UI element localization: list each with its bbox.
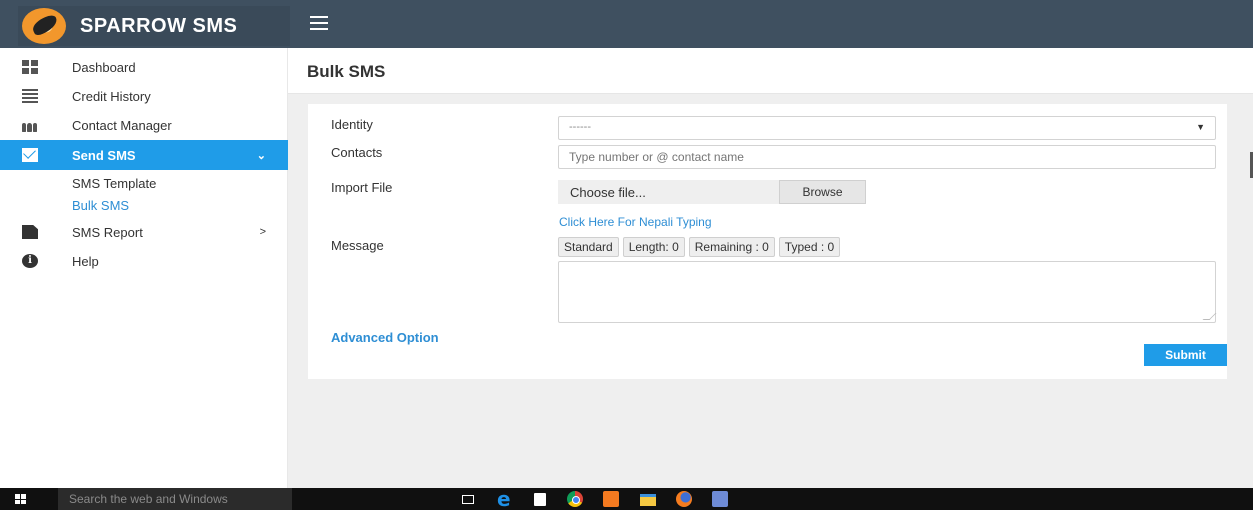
info-icon: i (22, 254, 38, 268)
sidebar-item-label: Dashboard (72, 59, 136, 75)
brand[interactable]: SPARROW SMS (18, 6, 290, 46)
sidebar-item-send-sms[interactable]: Send SMS ⌄ (0, 140, 288, 170)
identity-select-value: ------ (569, 121, 591, 133)
sidebar-item-contact-manager[interactable]: Contact Manager (0, 111, 288, 139)
users-icon (22, 118, 38, 132)
chevron-down-icon: ⌄ (256, 149, 266, 162)
edge-icon[interactable]: e (497, 489, 513, 509)
contacts-label: Contacts (331, 145, 383, 160)
nepali-typing-link[interactable]: Click Here For Nepali Typing (559, 215, 712, 229)
bulk-sms-form: Identity ------ ▼ Contacts Import File C… (308, 104, 1227, 379)
dropdown-arrow-icon: ▼ (1196, 122, 1205, 132)
windows-start-icon[interactable] (15, 494, 27, 504)
message-textarea[interactable] (558, 261, 1216, 323)
import-file-label: Import File (331, 180, 393, 195)
sidebar-subitem-sms-template[interactable]: SMS Template (72, 176, 156, 191)
file-chooser[interactable]: Choose file... (558, 180, 779, 204)
task-view-icon[interactable] (462, 495, 474, 504)
firefox-icon[interactable] (676, 491, 692, 507)
sidebar-item-label: Help (72, 253, 99, 269)
submit-button[interactable]: Submit (1144, 344, 1227, 366)
chevron-right-icon: > (259, 226, 266, 238)
typed-badge: Typed : 0 (778, 237, 841, 257)
envelope-icon (22, 148, 38, 162)
sidebar-item-sms-report[interactable]: SMS Report > (0, 218, 288, 246)
sidebar-item-label: Send SMS (72, 147, 136, 163)
identity-select[interactable]: ------ ▼ (558, 116, 1216, 140)
windows-taskbar: Search the web and Windows e (0, 488, 1253, 510)
message-label: Message (331, 238, 384, 253)
sidebar-item-credit-history[interactable]: Credit History (0, 82, 288, 110)
page-header: Bulk SMS (288, 48, 1253, 94)
dashboard-icon (22, 60, 38, 74)
browse-button[interactable]: Browse (779, 180, 866, 204)
sidebar-item-label: Contact Manager (72, 117, 172, 133)
sidebar-item-label: Credit History (72, 88, 151, 104)
xampp-icon[interactable] (603, 491, 619, 507)
taskbar-search[interactable]: Search the web and Windows (58, 488, 292, 510)
brand-name: SPARROW SMS (80, 14, 238, 37)
sidebar-subitem-bulk-sms[interactable]: Bulk SMS (72, 198, 129, 213)
powerpoint-icon[interactable] (712, 491, 728, 507)
list-icon (22, 89, 38, 103)
sparrow-logo-icon (22, 8, 66, 44)
store-icon[interactable] (534, 493, 546, 506)
contacts-input[interactable] (558, 145, 1216, 169)
chrome-icon[interactable] (567, 491, 583, 507)
file-explorer-icon[interactable] (640, 494, 656, 506)
remaining-badge: Remaining : 0 (688, 237, 775, 257)
identity-label: Identity (331, 117, 373, 132)
sidebar: Dashboard Credit History Contact Manager… (0, 48, 288, 488)
sidebar-item-help[interactable]: i Help (0, 247, 288, 275)
advanced-option-link[interactable]: Advanced Option (331, 330, 439, 345)
sidebar-item-label: SMS Report (72, 224, 143, 240)
top-bar: SPARROW SMS (0, 0, 1253, 48)
menu-toggle-icon[interactable] (310, 16, 328, 30)
encoding-badge: Standard (558, 237, 619, 257)
file-icon (22, 225, 38, 239)
page-title: Bulk SMS (307, 62, 386, 81)
main-content: Bulk SMS Identity ------ ▼ Contacts Impo… (288, 48, 1253, 488)
sidebar-item-dashboard[interactable]: Dashboard (0, 53, 288, 81)
message-counters: Standard Length: 0 Remaining : 0 Typed :… (558, 237, 844, 257)
length-badge: Length: 0 (622, 237, 685, 257)
